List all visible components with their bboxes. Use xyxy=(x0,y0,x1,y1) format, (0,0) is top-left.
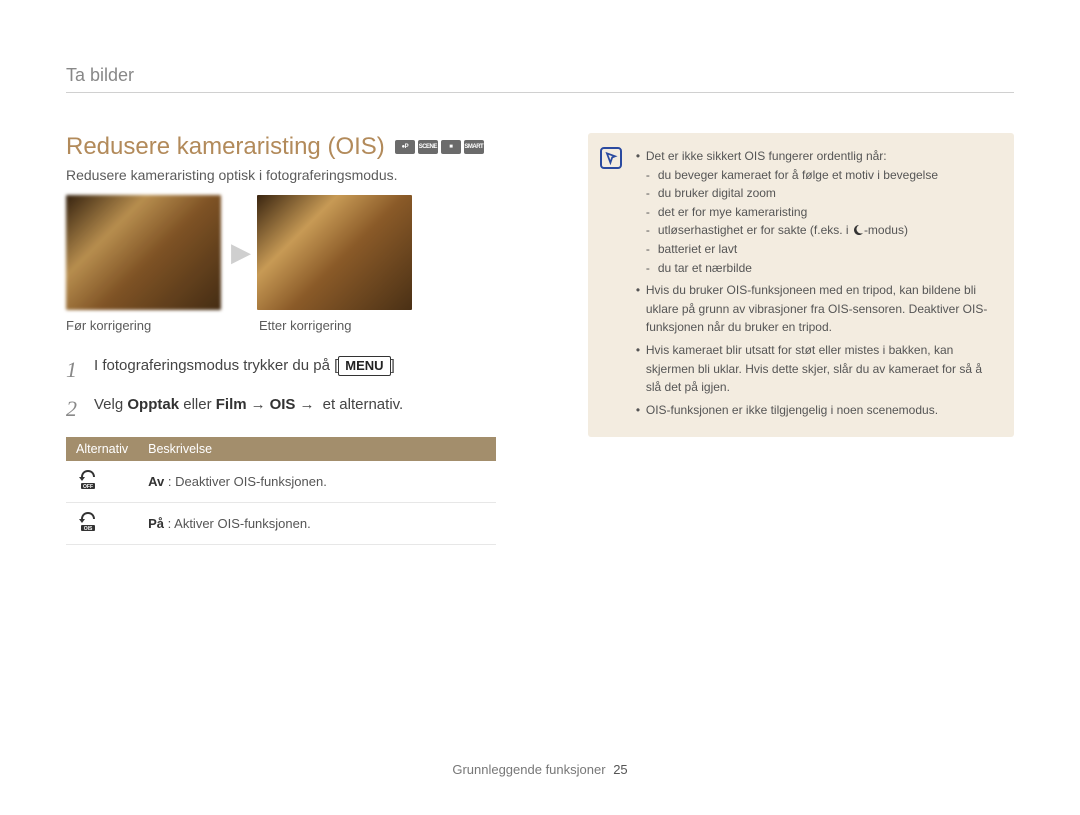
footer-label: Grunnleggende funksjoner xyxy=(452,762,605,777)
th-beskrivelse: Beskrivelse xyxy=(138,437,496,461)
option-icon-cell: OFF xyxy=(66,461,138,503)
camera-mode-icon: ●P xyxy=(395,140,415,154)
ois-on-icon: OIS xyxy=(76,511,100,533)
left-column: Redusere kameraristing (OIS) ●P SCENE ■ … xyxy=(66,133,522,545)
step-1: 1 I fotograferingsmodus trykker du på [M… xyxy=(66,355,522,386)
note-bullet-3: Hvis kameraet blir utsatt for støt eller… xyxy=(636,341,1000,397)
breadcrumb: Ta bilder xyxy=(66,65,1014,93)
svg-text:OIS: OIS xyxy=(84,526,93,532)
option-desc: : Deaktiver OIS-funksjonen. xyxy=(168,474,327,489)
note-sub: du beveger kameraet for å følge et motiv… xyxy=(646,166,1000,185)
smart-mode-icon: SMART xyxy=(464,140,484,154)
scene-mode-icon: SCENE xyxy=(418,140,438,154)
comparison-row: ▶ xyxy=(66,195,522,310)
option-label: På xyxy=(148,516,164,531)
arrow-icon: → xyxy=(299,396,314,413)
steps-list: 1 I fotograferingsmodus trykker du på [M… xyxy=(66,355,522,425)
note-sub: du tar et nærbilde xyxy=(646,259,1000,278)
step-2-prefix: Velg xyxy=(94,396,127,413)
photo-after xyxy=(257,195,412,310)
mode-icons-group: ●P SCENE ■ SMART xyxy=(395,140,484,154)
th-alternativ: Alternativ xyxy=(66,437,138,461)
right-column: Det er ikke sikkert OIS fungerer ordentl… xyxy=(588,133,1014,545)
note-sub: det er for mye kameraristing xyxy=(646,203,1000,222)
option-desc-cell: Av : Deaktiver OIS-funksjonen. xyxy=(138,461,496,503)
option-label: Av xyxy=(148,474,164,489)
option-desc-cell: På : Aktiver OIS-funksjonen. xyxy=(138,502,496,544)
step-number: 2 xyxy=(66,394,84,425)
option-icon-cell: OIS xyxy=(66,502,138,544)
step-number: 1 xyxy=(66,355,84,386)
page-number: 25 xyxy=(613,762,627,777)
note-sub-suffix: -modus) xyxy=(864,223,908,237)
step-1-suffix: ] xyxy=(391,357,395,374)
arrow-icon: → xyxy=(251,396,266,413)
svg-text:OFF: OFF xyxy=(83,484,93,490)
caption-before: Før korrigering xyxy=(66,318,221,333)
step-2-mid1: eller xyxy=(179,396,216,413)
photo-before xyxy=(66,195,221,310)
video-mode-icon: ■ xyxy=(441,140,461,154)
page-subtitle: Redusere kameraristing optisk i fotograf… xyxy=(66,167,522,183)
table-row: OFF Av : Deaktiver OIS-funksjonen. xyxy=(66,461,496,503)
note-bullet-2: Hvis du bruker OIS-funksjoneen med en tr… xyxy=(636,281,1000,337)
menu-key: MENU xyxy=(338,356,390,376)
note-sub: du bruker digital zoom xyxy=(646,184,1000,203)
caption-after: Etter korrigering xyxy=(259,318,414,333)
table-row: OIS På : Aktiver OIS-funksjonen. xyxy=(66,502,496,544)
ois-off-icon: OFF xyxy=(76,469,100,491)
page-footer: Grunnleggende funksjoner 25 xyxy=(0,762,1080,777)
step-2-film: Film xyxy=(216,396,247,413)
page-title-row: Redusere kameraristing (OIS) ●P SCENE ■ … xyxy=(66,133,522,161)
moon-icon xyxy=(852,223,864,235)
note-sub: utløserhastighet er for sakte (f.eks. i … xyxy=(646,221,1000,240)
option-desc: : Aktiver OIS-funksjonen. xyxy=(168,516,311,531)
note-sub-prefix: utløserhastighet er for sakte (f.eks. i xyxy=(658,223,852,237)
step-2-ois: OIS xyxy=(270,396,296,413)
step-2-opptak: Opptak xyxy=(127,396,179,413)
note-bullet-4: OIS-funksjonen er ikke tilgjengelig i no… xyxy=(636,401,1000,420)
note-sub: batteriet er lavt xyxy=(646,240,1000,259)
info-icon xyxy=(600,147,622,169)
arrow-right-icon: ▶ xyxy=(231,237,251,268)
note-bullet-1: Det er ikke sikkert OIS fungerer ordentl… xyxy=(636,147,1000,277)
step-1-prefix: I fotograferingsmodus trykker du på [ xyxy=(94,357,338,374)
page-title: Redusere kameraristing (OIS) xyxy=(66,133,385,161)
note-box: Det er ikke sikkert OIS fungerer ordentl… xyxy=(588,133,1014,437)
step-2-tail: et alternativ. xyxy=(318,396,403,413)
step-2: 2 Velg Opptak eller Film→OIS→ et alterna… xyxy=(66,394,522,425)
note-b1-text: Det er ikke sikkert OIS fungerer ordentl… xyxy=(646,149,887,163)
options-table: Alternativ Beskrivelse OFF Av : Deaktive… xyxy=(66,437,496,545)
